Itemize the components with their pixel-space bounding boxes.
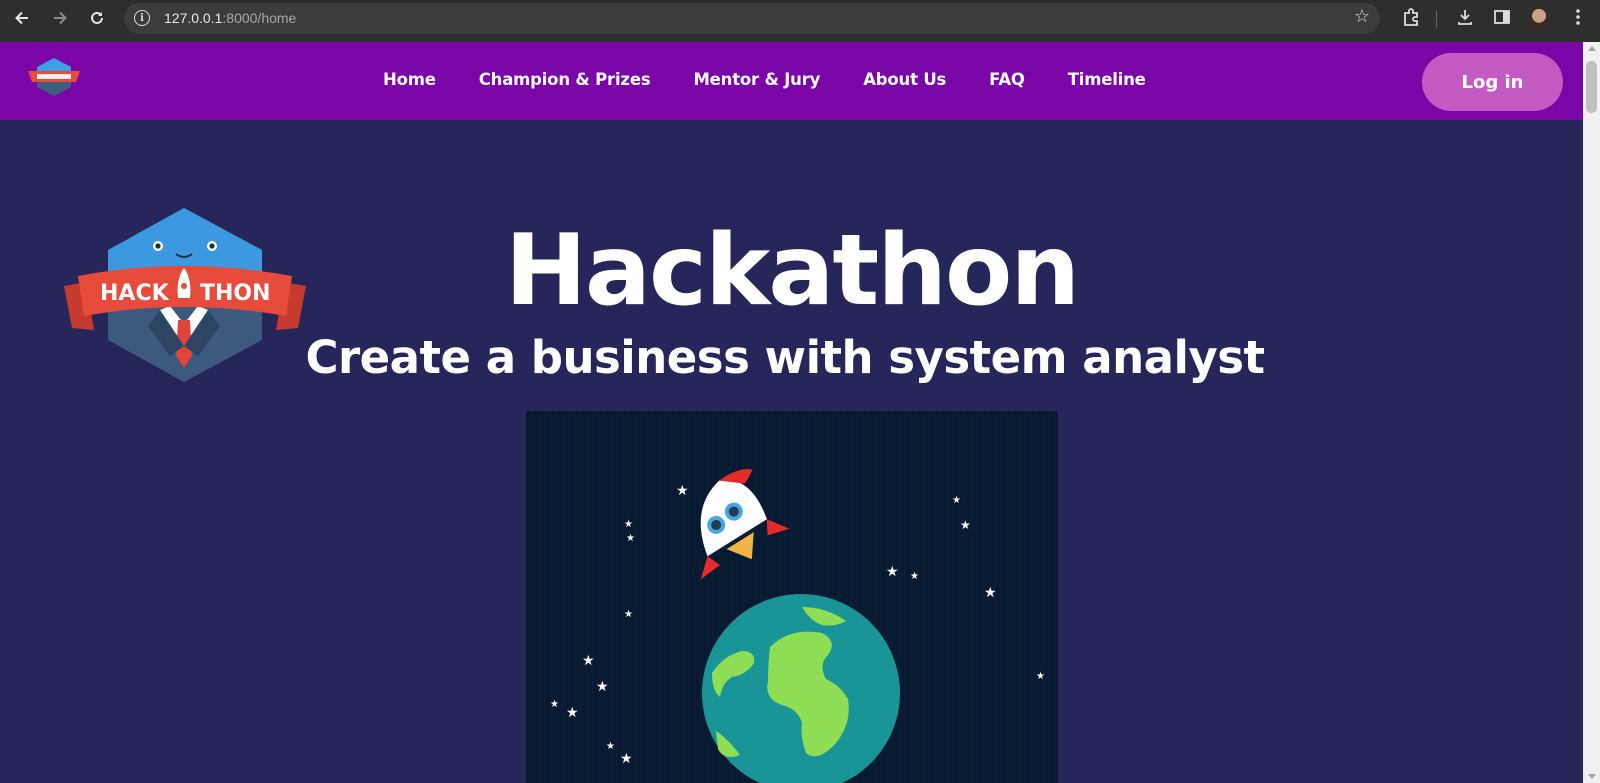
browser-toolbar: i 127.0.0.1:8000/home ☆ <box>0 0 1600 42</box>
extensions-icon[interactable] <box>1400 7 1422 32</box>
svg-text:★: ★ <box>624 519 633 530</box>
svg-text:★: ★ <box>582 653 595 669</box>
svg-text:★: ★ <box>624 609 633 620</box>
svg-text:★: ★ <box>960 518 971 532</box>
page-scrollbar[interactable] <box>1583 42 1600 783</box>
svg-text:★: ★ <box>952 495 961 506</box>
svg-text:★: ★ <box>886 564 899 580</box>
svg-text:★: ★ <box>596 679 609 695</box>
url-path: :8000/home <box>222 10 297 26</box>
forward-arrow-icon[interactable] <box>48 6 72 30</box>
nav-link-champion-prizes[interactable]: Champion & Prizes <box>479 70 651 89</box>
back-arrow-icon[interactable] <box>10 6 34 30</box>
reload-icon[interactable] <box>85 6 109 30</box>
svg-text:★: ★ <box>550 699 559 710</box>
more-icon[interactable] <box>1567 7 1589 32</box>
nav-link-faq[interactable]: FAQ <box>989 70 1025 89</box>
star-icon[interactable]: ☆ <box>1354 6 1370 27</box>
login-button[interactable]: Log in <box>1422 53 1563 111</box>
space-illustration: ★ ★ ★ ★ ★ ★ ★ ★ ★ ★ ★ ★ ★ ★ ★ ★ <box>526 411 1058 783</box>
profile-avatar[interactable] <box>1528 7 1550 29</box>
page-viewport: Home Champion & Prizes Mentor & Jury Abo… <box>0 42 1583 783</box>
download-icon[interactable] <box>1454 7 1476 32</box>
nav-link-about-us[interactable]: About Us <box>863 70 946 89</box>
url-host: 127.0.0.1 <box>164 10 223 26</box>
info-icon[interactable]: i <box>134 10 150 26</box>
nav-links: Home Champion & Prizes Mentor & Jury Abo… <box>383 70 1189 89</box>
svg-text:★: ★ <box>984 585 997 601</box>
svg-text:★: ★ <box>626 533 635 544</box>
svg-text:★: ★ <box>606 741 615 752</box>
hero-subtitle: Create a business with system analyst <box>305 331 1265 384</box>
brand-logo-icon[interactable] <box>28 58 80 98</box>
svg-text:★: ★ <box>1036 671 1045 682</box>
scroll-thumb[interactable] <box>1586 61 1597 113</box>
nav-link-home[interactable]: Home <box>383 70 436 89</box>
hero-title: Hackathon <box>504 214 1080 328</box>
site-navbar: Home Champion & Prizes Mentor & Jury Abo… <box>0 42 1583 120</box>
nav-link-mentor-jury[interactable]: Mentor & Jury <box>693 70 820 89</box>
svg-text:★: ★ <box>566 705 579 721</box>
svg-text:★: ★ <box>676 483 689 499</box>
nav-link-timeline[interactable]: Timeline <box>1068 70 1146 89</box>
scroll-up-icon[interactable] <box>1588 46 1596 51</box>
toolbar-divider <box>1436 10 1437 28</box>
url-text[interactable]: 127.0.0.1:8000/home <box>164 10 296 26</box>
svg-text:★: ★ <box>620 751 633 767</box>
scroll-down-icon[interactable] <box>1588 774 1596 779</box>
side-panel-icon[interactable] <box>1491 7 1513 32</box>
address-bar[interactable]: i 127.0.0.1:8000/home ☆ <box>124 3 1380 34</box>
svg-text:★: ★ <box>910 571 919 582</box>
